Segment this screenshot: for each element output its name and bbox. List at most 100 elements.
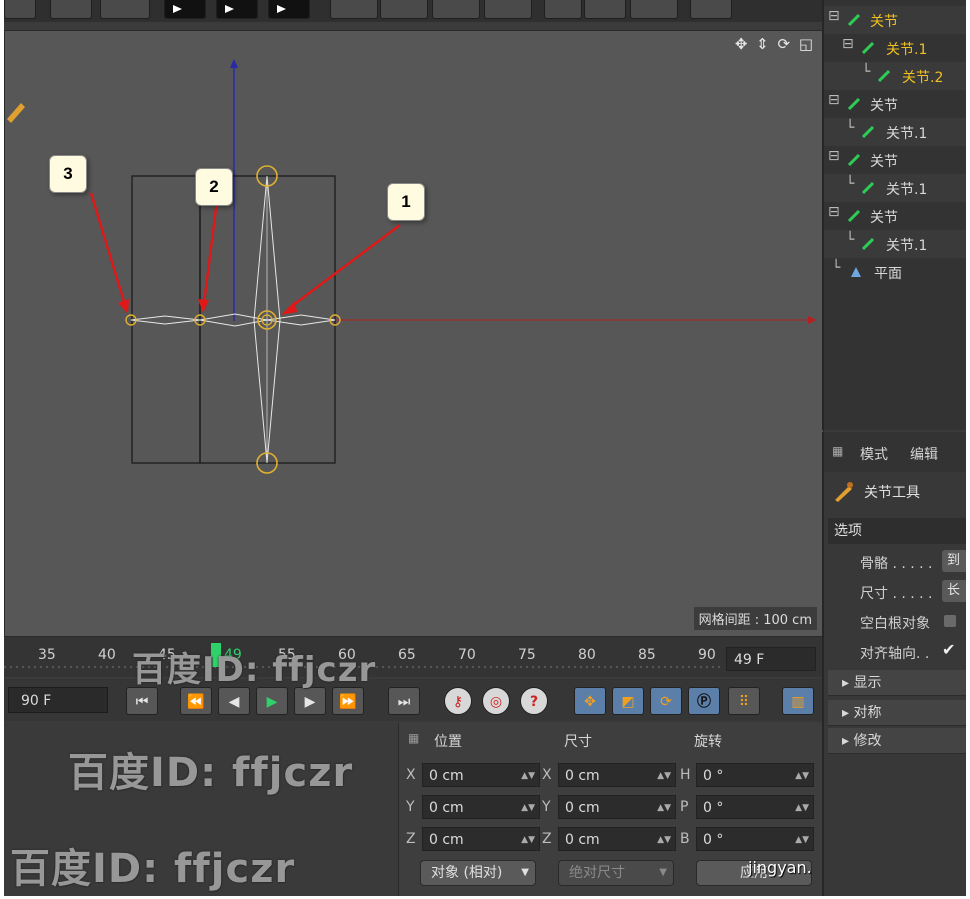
play-button[interactable]: ▶ <box>256 687 288 715</box>
callout-3: 3 <box>49 155 87 193</box>
tab-edit[interactable]: 编辑 <box>910 444 938 464</box>
size-mode-dropdown[interactable]: 绝对尺寸 ▼ <box>558 860 674 886</box>
next-key-icon: ⏩ <box>339 694 357 710</box>
object-row[interactable]: ⊟ 关节 <box>824 146 966 174</box>
grid-spacing-label: 网格间距 : 100 cm <box>693 607 817 630</box>
joint-icon <box>862 42 874 54</box>
scene-drawing <box>7 59 817 474</box>
pos-y-field[interactable]: 0 cm ▲▼ <box>422 795 540 819</box>
go-start-icon: ⏮ <box>135 694 149 710</box>
attribute-manager: ▦ 模式 编辑 关节工具 选项 骨骼 . . . . . 到 尺寸 . . . … <box>822 432 966 896</box>
next-key-button[interactable]: ⏩ <box>332 687 364 715</box>
scale-mode-button[interactable]: ◩ <box>612 687 644 715</box>
size-x-field[interactable]: 0 cm ▲▼ <box>558 763 676 787</box>
rot-p-field[interactable]: 0 ° ▲▼ <box>696 795 814 819</box>
object-row[interactable]: └ 关节.2 <box>824 62 966 90</box>
scene-tool-button[interactable] <box>544 0 582 19</box>
toolbar-button[interactable] <box>50 0 92 19</box>
rotate-icon: ⟳ <box>660 694 672 710</box>
go-start-button[interactable]: ⏮ <box>126 687 158 715</box>
watermark: 百度ID: ffjczr <box>10 846 296 892</box>
light-tool-button[interactable] <box>690 0 732 19</box>
object-manager: ⊟ 关节 ⊟ 关节.1 └ 关节.2 ⊟ 关节 └ 关节.1 ⊟ 关节 └ 关节… <box>822 0 966 430</box>
fold-symmetry[interactable]: ▸ 对称 <box>828 700 966 726</box>
attr-row-bones: 骨骼 . . . . . 到 <box>824 548 966 576</box>
joint-icon <box>848 210 860 222</box>
dots-icon: ⠿ <box>738 694 750 710</box>
pos-z-field[interactable]: 0 cm ▲▼ <box>422 827 540 851</box>
bones-button[interactable]: 到 <box>942 550 966 572</box>
record-key-button[interactable] <box>268 0 310 19</box>
section-options[interactable]: 选项 <box>828 518 966 544</box>
3d-viewport[interactable]: ✥ ⇕ ⟳ ◱ 1 2 3 网格间距: 100 cm <box>4 30 824 637</box>
prev-frame-icon: ◀ <box>228 694 240 710</box>
auto-key-button[interactable]: ◎ <box>482 687 510 715</box>
record-key-button[interactable] <box>164 0 206 19</box>
joint-tool-icon <box>835 482 853 502</box>
end-frame-field[interactable]: 90 F <box>8 687 108 713</box>
y-axis-arrow <box>230 59 238 68</box>
object-row[interactable]: ⊟ 关节 <box>824 202 966 230</box>
record-keys-button[interactable]: ⚷ <box>444 687 472 715</box>
prev-frame-button[interactable]: ◀ <box>218 687 250 715</box>
align-axis-checkmark-icon[interactable]: ✔ <box>942 640 955 659</box>
prev-key-button[interactable]: ⏪ <box>180 687 212 715</box>
grip-icon: ▦ <box>832 444 844 458</box>
spline-tool-button[interactable] <box>380 0 428 19</box>
header-position: 位置 <box>434 734 462 750</box>
fold-modify[interactable]: ▸ 修改 <box>828 728 966 754</box>
floor-tool-button[interactable] <box>584 0 626 19</box>
prev-key-icon: ⏪ <box>187 694 205 710</box>
next-frame-icon: ▶ <box>304 694 316 710</box>
plane-rect-left <box>131 175 201 464</box>
callout-arrow-3 <box>89 192 127 306</box>
key-help-button[interactable]: ? <box>520 687 548 715</box>
pla-mode-button[interactable]: ⠿ <box>728 687 760 715</box>
size-z-field[interactable]: 0 cm ▲▼ <box>558 827 676 851</box>
move-icon: ✥ <box>584 694 596 710</box>
coordinate-mode-dropdown[interactable]: 对象 (相对) ▼ <box>420 860 536 886</box>
object-row[interactable]: ⊟ 关节 <box>824 6 966 34</box>
move-mode-button[interactable]: ✥ <box>574 687 606 715</box>
timeline-window-button[interactable]: ▥ <box>782 687 814 715</box>
size-y-field[interactable]: 0 cm ▲▼ <box>558 795 676 819</box>
object-row[interactable]: └ 平面 <box>824 258 966 286</box>
pos-x-field[interactable]: 0 cm ▲▼ <box>422 763 540 787</box>
deformer-tool-button[interactable] <box>484 0 532 19</box>
watermark: 百度ID: ffjczr <box>132 650 377 690</box>
object-row[interactable]: └ 关节.1 <box>824 174 966 202</box>
object-row[interactable]: └ 关节.1 <box>824 118 966 146</box>
joint-icon <box>848 154 860 166</box>
joint-icon <box>862 126 874 138</box>
x-axis-arrow <box>808 316 817 324</box>
chevron-down-icon: ▼ <box>659 867 667 878</box>
rotate-mode-button[interactable]: ⟳ <box>650 687 682 715</box>
param-mode-button[interactable]: Ⓟ <box>688 687 720 715</box>
cube-tool-button[interactable] <box>330 0 378 19</box>
autokey-icon: ◎ <box>489 694 503 710</box>
tool-name: 关节工具 <box>864 485 920 501</box>
fold-display[interactable]: ▸ 显示 <box>828 670 966 696</box>
rot-h-field[interactable]: 0 ° ▲▼ <box>696 763 814 787</box>
object-row[interactable]: ⊟ 关节.1 <box>824 34 966 62</box>
tab-mode[interactable]: 模式 <box>860 444 888 464</box>
size-button[interactable]: 长 <box>942 580 966 602</box>
record-key-button[interactable] <box>216 0 258 19</box>
next-frame-button[interactable]: ▶ <box>294 687 326 715</box>
camera-tool-button[interactable] <box>630 0 678 19</box>
callout-2: 2 <box>195 168 233 206</box>
nurbs-tool-button[interactable] <box>432 0 480 19</box>
scale-icon: ◩ <box>621 694 635 710</box>
object-row[interactable]: └ 关节.1 <box>824 230 966 258</box>
toolbar-button[interactable] <box>4 0 36 19</box>
joint-icon <box>848 14 860 26</box>
plane-icon <box>851 267 861 277</box>
transport-bar: 90 F ⏮ ⏪ ◀ ▶ ▶ ⏩ ⏭ ⚷ ◎ ? ✥ ◩ ⟳ Ⓟ ⠿ ▥ <box>4 679 822 721</box>
timeline-ruler[interactable]: 35 40 45 49 55 60 65 70 75 80 85 90 49 F <box>4 637 822 677</box>
null-root-checkbox[interactable] <box>944 615 956 627</box>
object-row[interactable]: ⊟ 关节 <box>824 90 966 118</box>
go-end-button[interactable]: ⏭ <box>388 687 420 715</box>
current-frame-field[interactable]: 49 F <box>726 647 816 671</box>
toolbar-button[interactable] <box>100 0 150 19</box>
rot-b-field[interactable]: 0 ° ▲▼ <box>696 827 814 851</box>
